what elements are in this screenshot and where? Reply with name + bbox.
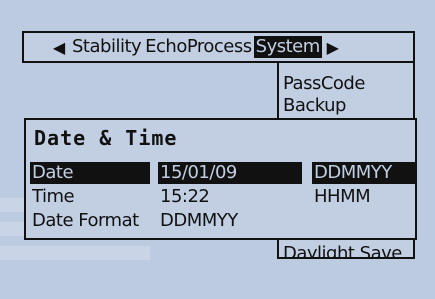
menu-item-daylight-save[interactable]: Daylight Save (279, 243, 402, 257)
lcd-screen: ◀ Stability EchoProcess System ▶ PassCod… (0, 0, 435, 299)
tab-bar: ◀ Stability EchoProcess System ▶ (22, 31, 415, 63)
menu-item-backup[interactable]: Backup (279, 95, 413, 117)
left-arrow-icon[interactable]: ◀ (48, 38, 70, 57)
date-value[interactable]: 15/01/09 (158, 162, 302, 184)
dialog-title: Date & Time (34, 126, 178, 150)
background-stripe (0, 246, 150, 260)
tab-system[interactable]: System (253, 36, 322, 58)
right-arrow-icon[interactable]: ▶ (322, 38, 344, 57)
time-label: Time (32, 186, 75, 207)
date-time-dialog: Date & Time Date 15/01/09 DDMMYY Time 15… (24, 118, 417, 240)
date-label: Date (30, 162, 150, 184)
time-value[interactable]: 15:22 (158, 186, 211, 208)
time-format-hint: HHMM (314, 186, 371, 207)
date-format-value[interactable]: DDMMYY (158, 210, 240, 232)
menu-item-passcode[interactable]: PassCode (279, 73, 413, 95)
date-format-label: Date Format (32, 210, 139, 231)
tab-stability[interactable]: Stability (70, 36, 143, 58)
date-format-hint: DDMMYY (312, 162, 416, 184)
tab-echoprocess[interactable]: EchoProcess (143, 36, 253, 58)
